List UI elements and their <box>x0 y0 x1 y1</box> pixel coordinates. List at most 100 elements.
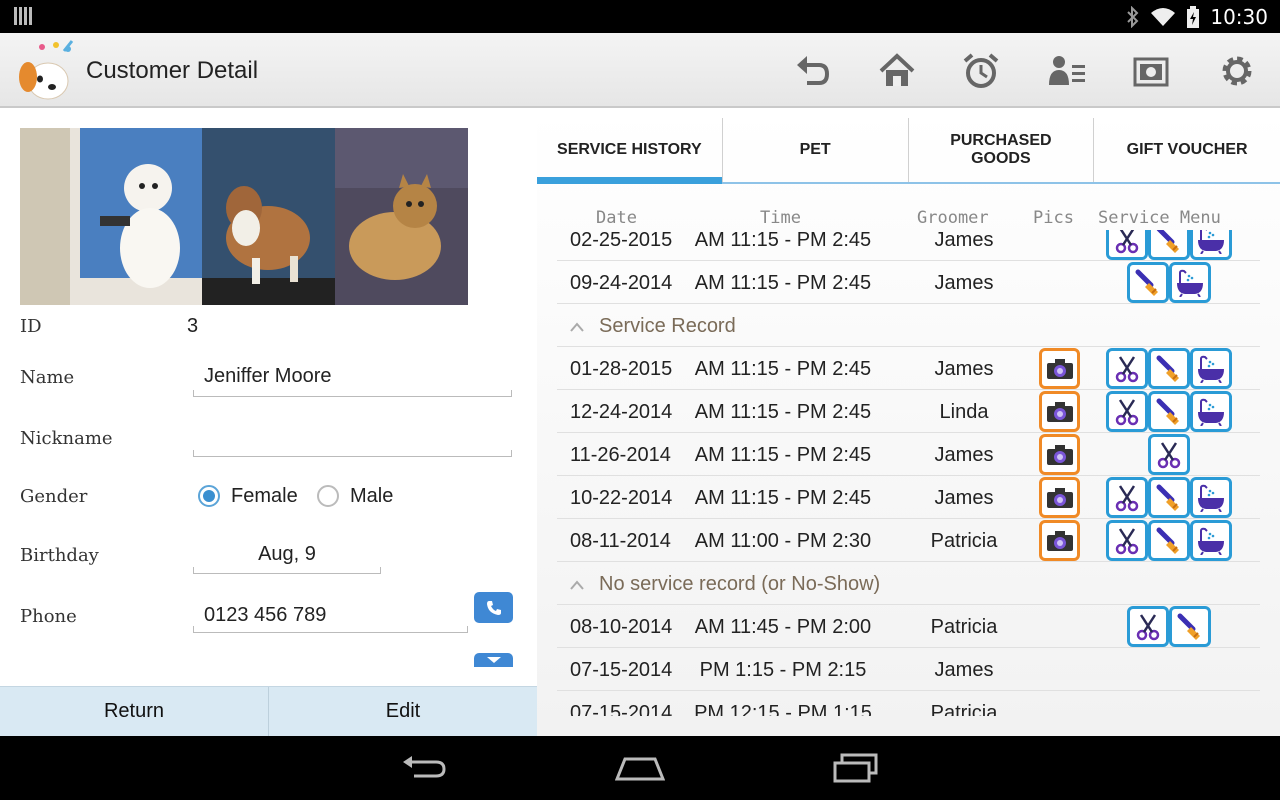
section-header-label: No service record (or No-Show) <box>599 573 881 595</box>
photo-album-button[interactable] <box>1126 47 1176 95</box>
scissors-icon[interactable] <box>1106 348 1148 389</box>
history-row[interactable]: 11-26-2014 AM 11:15 - PM 2:45 James <box>557 433 1260 476</box>
brush-icon[interactable] <box>1148 520 1190 561</box>
brush-icon[interactable] <box>1127 262 1169 303</box>
scissors-icon[interactable] <box>1148 434 1190 475</box>
name-label: Name <box>20 367 75 388</box>
row-time: AM 11:15 - PM 2:45 <box>694 401 872 423</box>
bath-icon[interactable] <box>1190 230 1232 260</box>
brush-icon[interactable] <box>1148 391 1190 432</box>
row-date: 01-28-2015 <box>570 358 673 380</box>
scissors-icon[interactable] <box>1127 606 1169 647</box>
history-row[interactable]: 08-10-2014 AM 11:45 - PM 2:00 Patricia <box>557 605 1260 648</box>
brush-icon[interactable] <box>1148 348 1190 389</box>
row-groomer: Patricia <box>930 530 998 552</box>
bath-icon[interactable] <box>1190 520 1232 561</box>
nav-recent-apps-button[interactable] <box>826 750 886 786</box>
pet-photo-poodle[interactable] <box>20 128 202 305</box>
scissors-icon[interactable] <box>1106 391 1148 432</box>
history-row[interactable]: 08-11-2014 AM 11:00 - PM 2:30 Patricia <box>557 519 1260 562</box>
row-date: 08-10-2014 <box>570 616 673 638</box>
phone-field[interactable]: 0123 456 789 <box>204 604 326 627</box>
name-field-underline <box>193 390 512 397</box>
history-panel: SERVICE HISTORY PET PURCHASED GOODS GIFT… <box>537 110 1280 736</box>
gender-male-radio[interactable] <box>317 485 339 507</box>
tab-pet[interactable]: PET <box>723 118 909 182</box>
row-groomer: James <box>934 487 994 509</box>
scissors-icon[interactable] <box>1106 477 1148 518</box>
reminder-button[interactable] <box>956 47 1006 95</box>
bath-icon[interactable] <box>1169 262 1211 303</box>
clock: 10:30 <box>1210 5 1268 29</box>
wifi-icon <box>1151 8 1176 26</box>
bluetooth-icon <box>1127 6 1139 28</box>
camera-icon[interactable] <box>1039 520 1080 561</box>
system-nav-bar <box>0 736 1280 800</box>
pet-photo-yorkie[interactable] <box>335 128 468 305</box>
bath-icon[interactable] <box>1190 391 1232 432</box>
message-button[interactable] <box>474 653 513 667</box>
bath-icon[interactable] <box>1190 477 1232 518</box>
home-button[interactable] <box>872 47 922 95</box>
settings-button[interactable] <box>1212 47 1262 95</box>
history-row[interactable]: 12-24-2014 AM 11:15 - PM 2:45 Linda <box>557 390 1260 433</box>
row-date: 11-26-2014 <box>570 444 671 466</box>
service-history-list[interactable]: 02-25-2015 AM 11:15 - PM 2:45 James 09-24-2… <box>557 230 1260 716</box>
edit-button[interactable]: Edit <box>268 687 537 736</box>
row-date: 02-25-2015 <box>570 230 673 251</box>
nav-back-button[interactable] <box>394 750 454 786</box>
app-logo-icon[interactable] <box>12 37 78 105</box>
gender-female-radio[interactable] <box>198 485 220 507</box>
row-time: PM 1:15 - PM 2:15 <box>699 659 867 681</box>
header-service-menu: Service Menu <box>1098 208 1221 228</box>
history-row[interactable]: 09-24-2014 AM 11:15 - PM 2:45 James <box>557 261 1260 304</box>
birthday-field-underline <box>193 567 381 574</box>
row-time: AM 11:15 - PM 2:45 <box>694 444 872 466</box>
row-date: 10-22-2014 <box>570 487 673 509</box>
call-button[interactable] <box>474 592 513 623</box>
brush-icon[interactable] <box>1169 606 1211 647</box>
tab-service-history[interactable]: SERVICE HISTORY <box>537 118 723 184</box>
pet-photo-gallery[interactable] <box>20 128 468 305</box>
tab-gift-voucher[interactable]: GIFT VOUCHER <box>1094 118 1280 182</box>
name-field[interactable]: Jeniffer Moore <box>204 365 331 388</box>
row-date: 08-11-2014 <box>570 530 671 552</box>
birthday-label: Birthday <box>20 545 99 566</box>
brush-icon[interactable] <box>1148 477 1190 518</box>
recent-apps-icon <box>833 753 878 783</box>
pet-photo-collie[interactable] <box>202 128 335 305</box>
section-header[interactable]: No service record (or No-Show) <box>557 562 1260 605</box>
birthday-field[interactable]: Aug, 9 <box>193 543 381 566</box>
status-bar: 10:30 <box>0 0 1280 33</box>
page-title: Customer Detail <box>86 57 259 84</box>
nav-home-button[interactable] <box>610 750 670 786</box>
camera-icon[interactable] <box>1039 434 1080 475</box>
scissors-icon[interactable] <box>1106 230 1148 260</box>
bath-icon[interactable] <box>1190 348 1232 389</box>
brush-icon[interactable] <box>1148 230 1190 260</box>
history-row[interactable]: 02-25-2015 AM 11:15 - PM 2:45 James <box>557 230 1260 261</box>
message-icon <box>486 657 501 663</box>
scissors-icon[interactable] <box>1106 520 1148 561</box>
history-row[interactable]: 07-15-2014 PM 1:15 - PM 2:15 James <box>557 648 1260 691</box>
history-row[interactable]: 07-15-2014 PM 12:15 - PM 1:15 Patricia <box>557 691 1260 716</box>
section-header[interactable]: Service Record <box>557 304 1260 347</box>
camera-icon[interactable] <box>1039 477 1080 518</box>
gender-male-label[interactable]: Male <box>350 485 393 508</box>
camera-icon[interactable] <box>1039 391 1080 432</box>
header-pics: Pics <box>1033 208 1074 228</box>
row-groomer: James <box>934 444 994 466</box>
history-row[interactable]: 10-22-2014 AM 11:15 - PM 2:45 James <box>557 476 1260 519</box>
action-buttons-bar: Return Edit <box>0 686 537 736</box>
camera-icon[interactable] <box>1039 348 1080 389</box>
gender-female-label[interactable]: Female <box>231 485 298 508</box>
undo-button[interactable] <box>788 47 838 95</box>
header-time: Time <box>760 208 801 228</box>
row-date: 12-24-2014 <box>570 401 673 423</box>
return-button[interactable]: Return <box>0 687 268 736</box>
tab-purchased-goods[interactable]: PURCHASED GOODS <box>909 118 1095 182</box>
customer-list-button[interactable] <box>1042 47 1092 95</box>
customer-info-panel: ID 3 Name Jeniffer Moore Nickname Gender… <box>0 110 537 736</box>
history-row[interactable]: 01-28-2015 AM 11:15 - PM 2:45 James <box>557 347 1260 390</box>
phone-field-underline <box>193 626 468 633</box>
